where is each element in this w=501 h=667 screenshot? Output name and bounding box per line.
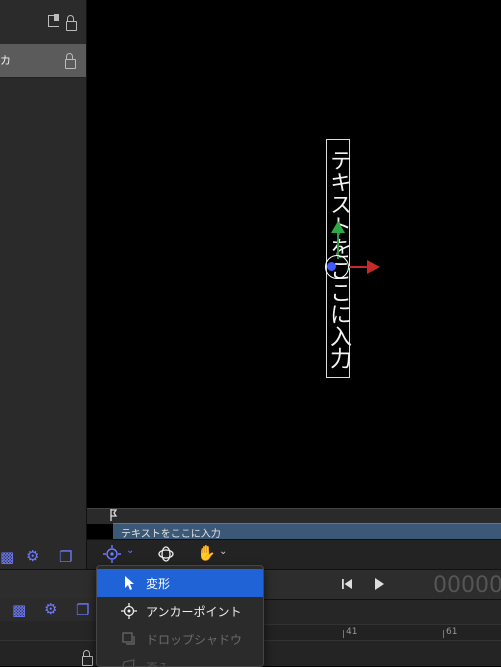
checker-icon[interactable]: ▩ — [12, 601, 26, 619]
transform-tool-menu: 変形 アンカーポイント ドロップシャドウ 歪み — [96, 565, 264, 667]
windows-icon[interactable]: ❐ — [59, 548, 72, 566]
play-button[interactable] — [375, 578, 384, 590]
chevron-down-icon[interactable]: ⌄ — [219, 546, 227, 557]
group-icon[interactable] — [48, 14, 59, 27]
ruler-tick — [343, 630, 344, 638]
menu-item-label: ドロップシャドウ — [146, 633, 243, 647]
timeline-ruler[interactable] — [262, 624, 501, 641]
chevron-down-icon[interactable]: ⌄ — [126, 545, 134, 556]
windows-icon[interactable]: ❐ — [76, 601, 89, 619]
menu-item-transform[interactable]: 変形 — [97, 569, 263, 597]
arrow-pointer-icon — [125, 576, 134, 590]
y-axis-arrow-icon[interactable] — [331, 221, 345, 233]
distort-icon — [122, 659, 135, 666]
layer-name-label: カ — [0, 54, 11, 67]
ruler-tick-label: 41 — [346, 627, 358, 637]
clip-label: テキストをここに入力 — [121, 529, 221, 540]
menu-item-label: 変形 — [146, 577, 171, 591]
drop-shadow-icon — [122, 632, 135, 645]
timecode-display[interactable]: 00000 — [433, 573, 501, 598]
checker-icon[interactable]: ▩ — [0, 548, 14, 566]
hand-tool-icon[interactable]: ✋ — [197, 544, 216, 562]
x-axis-arrow-icon[interactable] — [367, 260, 380, 274]
z-axis-handle[interactable] — [327, 262, 336, 271]
go-to-start-button[interactable] — [342, 579, 352, 589]
lock-icon[interactable] — [65, 53, 76, 69]
anchor-point-icon — [121, 603, 137, 619]
orbit-tool-icon[interactable] — [157, 545, 175, 563]
mini-timeline-ruler[interactable] — [87, 508, 501, 524]
menu-item-label: 歪み — [146, 659, 170, 666]
menu-item-drop-shadow: ドロップシャドウ — [97, 625, 263, 653]
ruler-tick — [443, 630, 444, 638]
gear-icon[interactable]: ⚙ — [26, 547, 39, 565]
canvas-viewer[interactable] — [87, 0, 501, 508]
lock-icon[interactable] — [66, 15, 77, 31]
ruler-tick-label: 61 — [446, 627, 458, 637]
gear-icon[interactable]: ⚙ — [44, 600, 57, 618]
menu-item-label: アンカーポイント — [146, 605, 242, 619]
playhead-marker-icon[interactable] — [110, 509, 118, 521]
menu-item-anchor-point[interactable]: アンカーポイント — [97, 597, 263, 625]
transform-tool-icon[interactable] — [103, 545, 121, 563]
